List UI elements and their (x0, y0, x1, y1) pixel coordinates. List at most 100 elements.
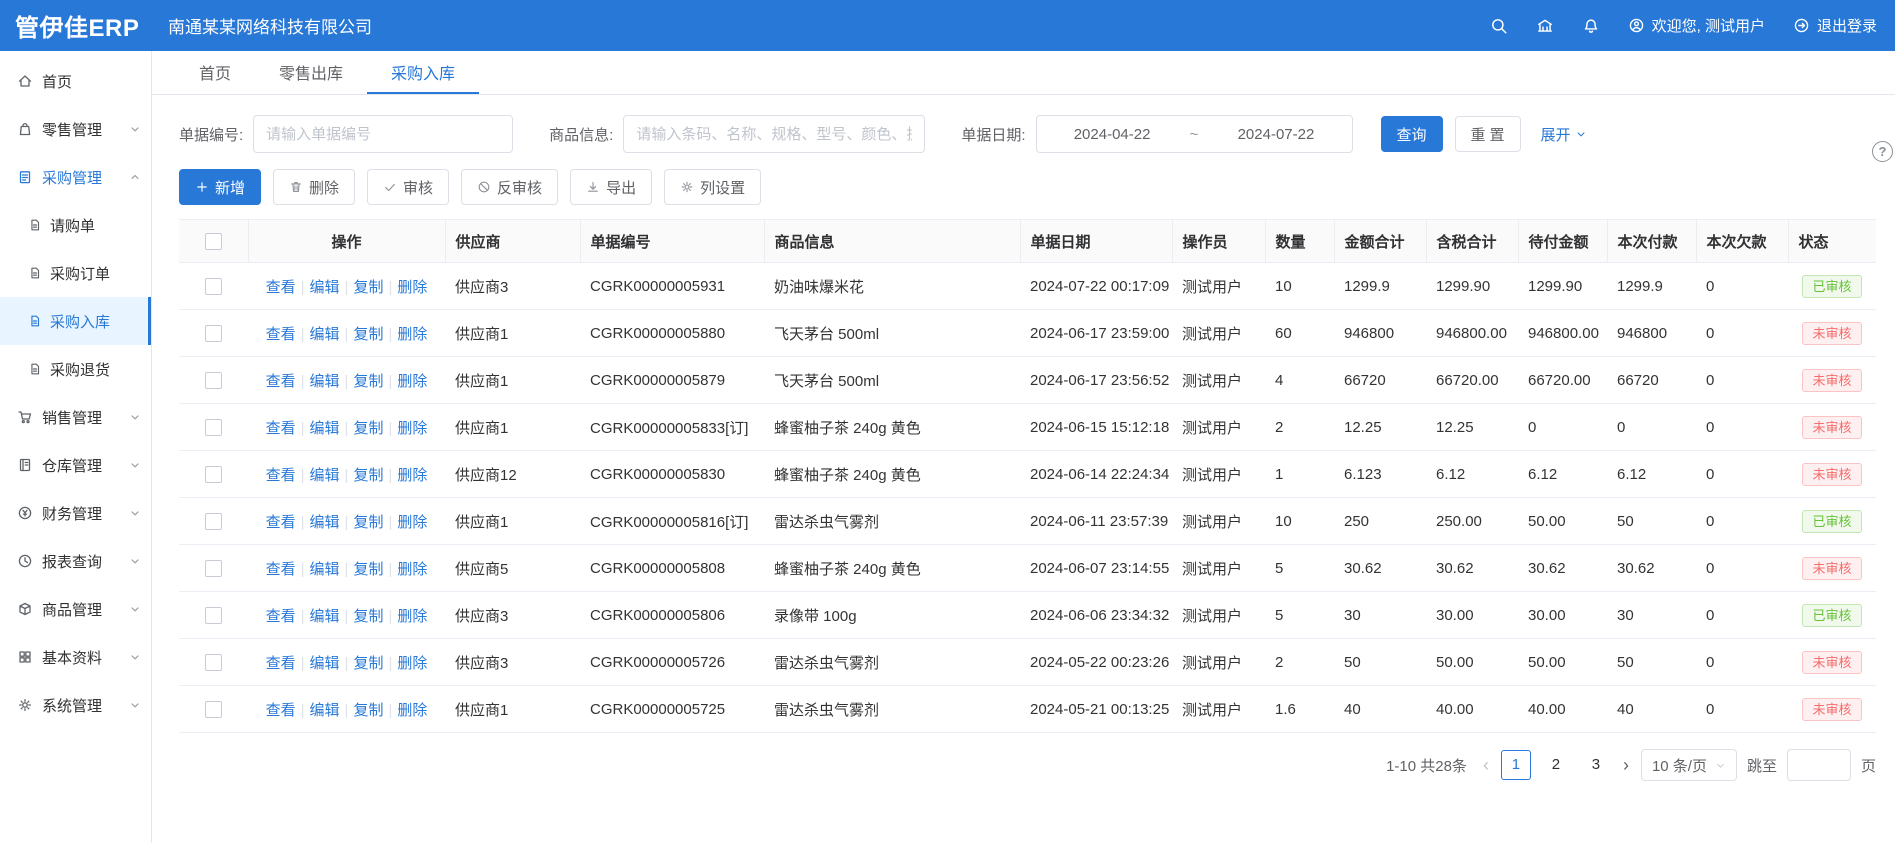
row-action-delete[interactable]: 删除 (397, 279, 427, 296)
delete-button[interactable]: 删除 (273, 169, 355, 205)
grid-icon (17, 649, 33, 665)
sidebar-item-retail[interactable]: 零售管理 (0, 105, 151, 153)
status-badge: 未审核 (1802, 322, 1861, 345)
row-action-delete[interactable]: 删除 (397, 373, 427, 390)
column-settings-button[interactable]: 列设置 (664, 169, 761, 205)
sidebar-item-reports[interactable]: 报表查询 (0, 537, 151, 585)
row-checkbox[interactable] (205, 560, 222, 577)
sidebar-item-home[interactable]: 首页 (0, 57, 151, 105)
sidebar-item-warehouse[interactable]: 仓库管理 (0, 441, 151, 489)
page-button-3[interactable]: 3 (1581, 750, 1611, 780)
bill-no-input[interactable] (253, 115, 513, 153)
row-action-edit[interactable]: 编辑 (310, 467, 340, 484)
sidebar-item-products[interactable]: 商品管理 (0, 585, 151, 633)
select-all-checkbox[interactable] (205, 233, 222, 250)
sidebar-item-purchase-request[interactable]: 请购单 (0, 201, 151, 249)
help-icon[interactable]: ? (1872, 141, 1893, 162)
page-size-select[interactable]: 10 条/页 (1641, 749, 1737, 781)
date-from[interactable]: 2024-04-22 (1037, 126, 1188, 143)
row-action-delete[interactable]: 删除 (397, 702, 427, 719)
row-action-edit[interactable]: 编辑 (310, 702, 340, 719)
sidebar-item-system[interactable]: 系统管理 (0, 681, 151, 729)
row-action-copy[interactable]: 复制 (353, 467, 383, 484)
row-action-view[interactable]: 查看 (266, 702, 296, 719)
row-checkbox[interactable] (205, 419, 222, 436)
row-action-copy[interactable]: 复制 (353, 373, 383, 390)
reset-button[interactable]: 重置 (1455, 116, 1521, 152)
row-checkbox[interactable] (205, 513, 222, 530)
row-checkbox[interactable] (205, 278, 222, 295)
sidebar-item-purchase-return[interactable]: 采购退货 (0, 345, 151, 393)
row-checkbox[interactable] (205, 372, 222, 389)
row-action-edit[interactable]: 编辑 (310, 561, 340, 578)
row-action-edit[interactable]: 编辑 (310, 373, 340, 390)
row-action-delete[interactable]: 删除 (397, 514, 427, 531)
cell-amount: 12.25 (1334, 404, 1426, 451)
row-action-edit[interactable]: 编辑 (310, 608, 340, 625)
jump-page-input[interactable] (1787, 749, 1851, 781)
search-icon[interactable] (1490, 17, 1508, 35)
page-button-2[interactable]: 2 (1541, 750, 1571, 780)
page-button-1[interactable]: 1 (1501, 750, 1531, 780)
row-checkbox[interactable] (205, 466, 222, 483)
row-action-copy[interactable]: 复制 (353, 655, 383, 672)
row-checkbox[interactable] (205, 701, 222, 718)
tab-purchase-inbound[interactable]: 采购入库 (367, 51, 479, 94)
row-action-edit[interactable]: 编辑 (310, 514, 340, 531)
add-button[interactable]: 新增 (179, 169, 261, 205)
row-action-copy[interactable]: 复制 (353, 702, 383, 719)
row-action-view[interactable]: 查看 (266, 467, 296, 484)
row-action-view[interactable]: 查看 (266, 373, 296, 390)
sidebar-item-purchase[interactable]: 采购管理 (0, 153, 151, 201)
next-page-button[interactable]: › (1621, 755, 1631, 776)
row-action-delete[interactable]: 删除 (397, 326, 427, 343)
row-action-view[interactable]: 查看 (266, 608, 296, 625)
row-action-copy[interactable]: 复制 (353, 279, 383, 296)
product-info-input[interactable] (623, 115, 925, 153)
audit-button[interactable]: 审核 (367, 169, 449, 205)
sidebar-item-finance[interactable]: 财务管理 (0, 489, 151, 537)
row-action-copy[interactable]: 复制 (353, 561, 383, 578)
row-action-view[interactable]: 查看 (266, 655, 296, 672)
sidebar-item-sales[interactable]: 销售管理 (0, 393, 151, 441)
row-action-view[interactable]: 查看 (266, 279, 296, 296)
row-action-copy[interactable]: 复制 (353, 608, 383, 625)
tab-home[interactable]: 首页 (175, 51, 255, 94)
row-checkbox[interactable] (205, 654, 222, 671)
row-action-copy[interactable]: 复制 (353, 326, 383, 343)
logout-button[interactable]: 退出登录 (1793, 15, 1877, 36)
row-action-delete[interactable]: 删除 (397, 655, 427, 672)
unaudit-button[interactable]: 反审核 (461, 169, 558, 205)
sidebar-item-basic-data[interactable]: 基本资料 (0, 633, 151, 681)
row-action-copy[interactable]: 复制 (353, 420, 383, 437)
date-range-picker[interactable]: 2024-04-22 ~ 2024-07-22 (1036, 115, 1353, 153)
sidebar-item-purchase-order[interactable]: 采购订单 (0, 249, 151, 297)
expand-link[interactable]: 展开 (1541, 124, 1587, 145)
row-action-edit[interactable]: 编辑 (310, 279, 340, 296)
prev-page-button[interactable]: ‹ (1481, 755, 1491, 776)
row-action-view[interactable]: 查看 (266, 561, 296, 578)
row-checkbox[interactable] (205, 607, 222, 624)
notification-bell-icon[interactable] (1582, 17, 1600, 35)
date-to[interactable]: 2024-07-22 (1200, 126, 1351, 143)
search-button[interactable]: 查询 (1381, 116, 1443, 152)
row-action-copy[interactable]: 复制 (353, 514, 383, 531)
sidebar-item-label: 基本资料 (42, 647, 102, 668)
sidebar-item-purchase-inbound[interactable]: 采购入库 (0, 297, 151, 345)
row-action-view[interactable]: 查看 (266, 420, 296, 437)
tab-retail-outbound[interactable]: 零售出库 (255, 51, 367, 94)
row-action-edit[interactable]: 编辑 (310, 326, 340, 343)
row-checkbox[interactable] (205, 325, 222, 342)
row-action-edit[interactable]: 编辑 (310, 655, 340, 672)
export-button[interactable]: 导出 (570, 169, 652, 205)
row-action-edit[interactable]: 编辑 (310, 420, 340, 437)
row-action-delete[interactable]: 删除 (397, 561, 427, 578)
row-action-view[interactable]: 查看 (266, 514, 296, 531)
row-action-view[interactable]: 查看 (266, 326, 296, 343)
row-action-delete[interactable]: 删除 (397, 467, 427, 484)
cell-supplier: 供应商3 (445, 592, 580, 639)
row-action-delete[interactable]: 删除 (397, 608, 427, 625)
row-action-delete[interactable]: 删除 (397, 420, 427, 437)
portal-icon[interactable] (1536, 17, 1554, 35)
welcome-user[interactable]: 欢迎您, 测试用户 (1628, 15, 1765, 36)
